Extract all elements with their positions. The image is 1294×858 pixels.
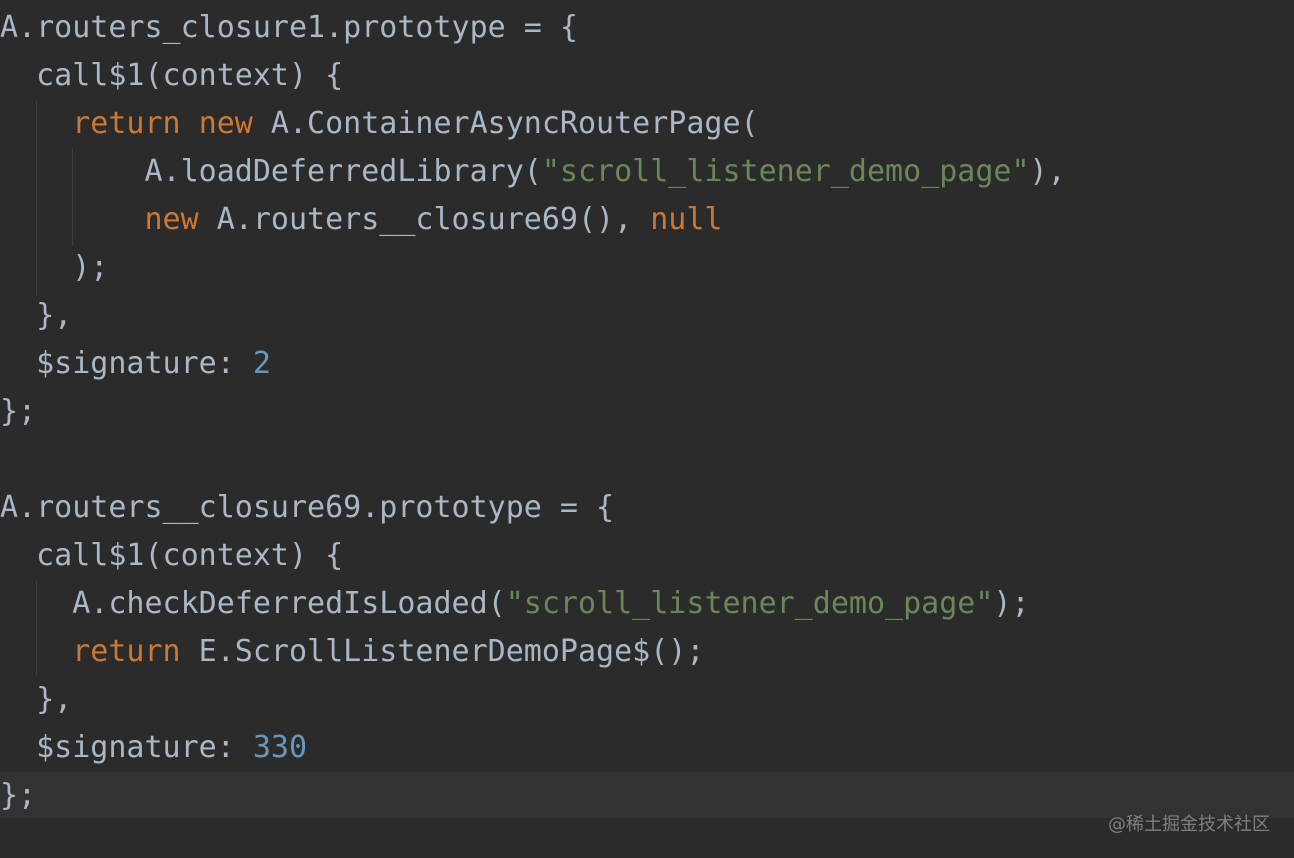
code-token-str: "scroll_listener_demo_page" — [505, 586, 994, 621]
code-token-plain: A.loadDeferredLibrary( — [0, 154, 542, 189]
code-line[interactable]: A.routers__closure69.prototype = { — [0, 484, 1294, 532]
code-line[interactable]: new A.routers__closure69(), null — [0, 196, 1294, 244]
code-line[interactable]: A.checkDeferredIsLoaded("scroll_listener… — [0, 580, 1294, 628]
code-token-plain: A.routers__closure69.prototype = { — [0, 490, 615, 525]
code-token-plain: ); — [0, 250, 109, 285]
code-token-plain: A.routers__closure69(), — [198, 202, 651, 237]
code-line[interactable]: A.loadDeferredLibrary("scroll_listener_d… — [0, 148, 1294, 196]
code-line[interactable]: }, — [0, 676, 1294, 724]
code-token-num: 2 — [252, 346, 271, 381]
code-token-kw: new — [198, 106, 253, 141]
code-token-kw: return — [72, 634, 181, 669]
code-token-plain: E.ScrollListenerDemoPage$(); — [180, 634, 705, 669]
code-token-plain: ); — [993, 586, 1030, 621]
code-token-num: 330 — [252, 730, 308, 765]
code-token-plain: }, — [0, 298, 73, 333]
code-token-plain: call$1(context) { — [0, 538, 344, 573]
code-line[interactable]: }; — [0, 388, 1294, 436]
code-token-kw: return — [72, 106, 181, 141]
indent-guide — [36, 100, 37, 296]
code-line[interactable]: }, — [0, 292, 1294, 340]
editor-bottom-area — [0, 818, 1294, 858]
code-editor[interactable]: A.routers_closure1.prototype = { call$1(… — [0, 0, 1294, 858]
indent-guide — [36, 580, 37, 676]
code-token-plain: A.checkDeferredIsLoaded( — [0, 586, 506, 621]
code-token-plain: }, — [0, 682, 73, 717]
indent-guide — [72, 148, 73, 246]
code-token-str: "scroll_listener_demo_page" — [541, 154, 1030, 189]
code-token-plain: $signature: — [0, 730, 253, 765]
code-line[interactable]: return new A.ContainerAsyncRouterPage( — [0, 100, 1294, 148]
code-token-plain: call$1(context) { — [0, 58, 344, 93]
code-line[interactable] — [0, 436, 1294, 484]
code-line[interactable]: $signature: 2 — [0, 340, 1294, 388]
code-token-plain: A.ContainerAsyncRouterPage( — [252, 106, 759, 141]
code-line[interactable]: }; — [0, 772, 1294, 820]
watermark: @稀土掘金技术社区 — [1108, 814, 1270, 835]
code-token-plain: $signature: — [0, 346, 253, 381]
code-token-plain: ), — [1029, 154, 1066, 189]
code-line[interactable]: call$1(context) { — [0, 532, 1294, 580]
code-line[interactable]: return E.ScrollListenerDemoPage$(); — [0, 628, 1294, 676]
code-token-kw: new — [144, 202, 199, 237]
code-token-kw: null — [650, 202, 723, 237]
code-token-plain: }; — [0, 778, 37, 813]
code-line[interactable]: $signature: 330 — [0, 724, 1294, 772]
code-token-plain: A.routers_closure1.prototype = { — [0, 10, 578, 45]
code-line[interactable]: A.routers_closure1.prototype = { — [0, 4, 1294, 52]
code-line[interactable]: ); — [0, 244, 1294, 292]
code-token-plain: }; — [0, 394, 37, 429]
code-line[interactable]: call$1(context) { — [0, 52, 1294, 100]
